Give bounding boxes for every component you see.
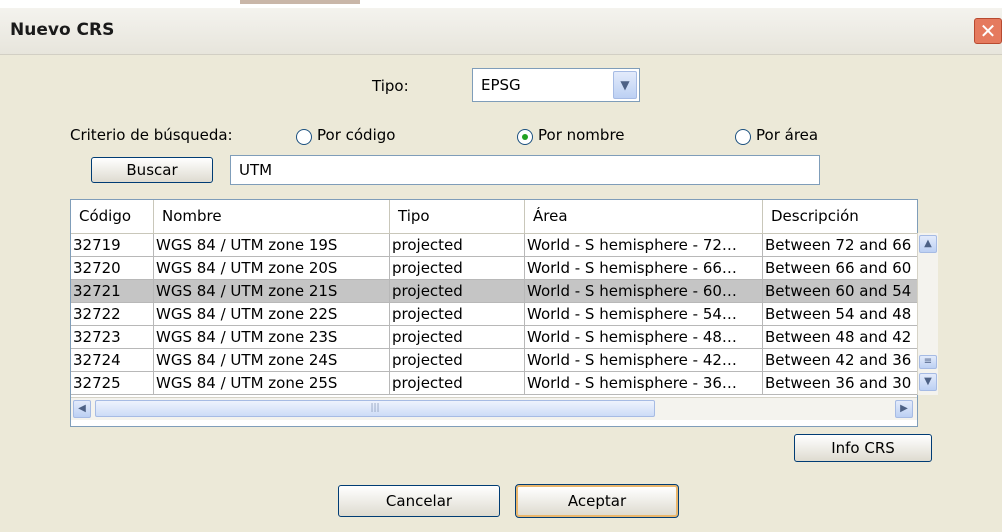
cell-area: World - S hemisphere - 54… <box>525 303 763 326</box>
column-header-tipo[interactable]: Tipo <box>390 200 525 233</box>
cell-descripcion: Between 66 and 60 <box>763 257 917 280</box>
search-button[interactable]: Buscar <box>91 157 213 183</box>
cell-descripcion: Between 72 and 66 <box>763 234 917 257</box>
chevron-left-icon[interactable]: ◀ <box>73 400 91 418</box>
top-strip <box>0 0 1002 8</box>
cell-area: World - S hemisphere - 36… <box>525 372 763 395</box>
title-bar <box>0 8 1002 55</box>
cell-area: World - S hemisphere - 66… <box>525 257 763 280</box>
cell-area: World - S hemisphere - 48… <box>525 326 763 349</box>
cell-descripcion: Between 60 and 54 <box>763 280 917 303</box>
scroll-thumb[interactable]: ≡ <box>919 355 937 369</box>
cell-codigo: 32725 <box>71 372 154 395</box>
cell-codigo: 32719 <box>71 234 154 257</box>
radio-por-nombre[interactable] <box>517 129 533 145</box>
tipo-select[interactable]: EPSG ▼ <box>472 68 640 102</box>
column-header-area[interactable]: Área <box>525 200 763 233</box>
tipo-label: Tipo: <box>372 77 409 95</box>
cell-tipo: projected <box>390 303 525 326</box>
cell-codigo: 32723 <box>71 326 154 349</box>
cell-nombre: WGS 84 / UTM zone 23S <box>154 326 390 349</box>
table-row[interactable]: 32724 WGS 84 / UTM zone 24S projected World… <box>71 349 917 372</box>
cell-codigo: 32720 <box>71 257 154 280</box>
cell-area: World - S hemisphere - 60… <box>525 280 763 303</box>
table-row[interactable]: 32725 WGS 84 / UTM zone 25S projected World… <box>71 372 917 395</box>
cell-tipo: projected <box>390 234 525 257</box>
horizontal-scroll-thumb[interactable]: ||| <box>95 400 655 417</box>
cell-area: World - S hemisphere - 42… <box>525 349 763 372</box>
radio-por-area[interactable] <box>735 129 751 145</box>
cell-tipo: projected <box>390 372 525 395</box>
table-row[interactable]: 32721 WGS 84 / UTM zone 21S projected World… <box>71 280 917 303</box>
radio-por-nombre-label: Por nombre <box>538 126 625 144</box>
table-row[interactable]: 32722 WGS 84 / UTM zone 22S projected World… <box>71 303 917 326</box>
chevron-down-icon[interactable]: ▼ <box>613 71 637 99</box>
chevron-right-icon[interactable]: ▶ <box>895 400 913 418</box>
tipo-value: EPSG <box>481 76 521 94</box>
horizontal-scrollbar[interactable]: ◀ ||| ▶ <box>71 397 917 420</box>
radio-por-area-label: Por área <box>756 126 819 144</box>
cell-nombre: WGS 84 / UTM zone 21S <box>154 280 390 303</box>
search-input[interactable]: UTM <box>230 155 820 185</box>
cancel-button[interactable]: Cancelar <box>338 485 500 517</box>
table-row[interactable]: 32720 WGS 84 / UTM zone 20S projected World… <box>71 257 917 280</box>
cell-nombre: WGS 84 / UTM zone 25S <box>154 372 390 395</box>
table-header: Código Nombre Tipo Área Descripción <box>71 200 917 234</box>
vertical-scrollbar[interactable]: ▲ ≡ ▼ <box>917 233 938 395</box>
cell-tipo: projected <box>390 326 525 349</box>
cell-descripcion: Between 36 and 30 <box>763 372 917 395</box>
cell-nombre: WGS 84 / UTM zone 19S <box>154 234 390 257</box>
table-row[interactable]: 32719 WGS 84 / UTM zone 19S projected World… <box>71 234 917 257</box>
close-icon: ✕ <box>979 19 997 43</box>
radio-por-codigo[interactable] <box>296 129 312 145</box>
cell-nombre: WGS 84 / UTM zone 24S <box>154 349 390 372</box>
column-header-codigo[interactable]: Código <box>71 200 154 233</box>
cell-tipo: projected <box>390 280 525 303</box>
cell-nombre: WGS 84 / UTM zone 22S <box>154 303 390 326</box>
column-header-nombre[interactable]: Nombre <box>154 200 390 233</box>
info-crs-button[interactable]: Info CRS <box>794 434 932 462</box>
table-row[interactable]: 32723 WGS 84 / UTM zone 23S projected World… <box>71 326 917 349</box>
cell-descripcion: Between 48 and 42 <box>763 326 917 349</box>
cell-codigo: 32722 <box>71 303 154 326</box>
cell-descripcion: Between 42 and 36 <box>763 349 917 372</box>
cell-tipo: projected <box>390 349 525 372</box>
cell-descripcion: Between 54 and 48 <box>763 303 917 326</box>
top-strip-mark <box>240 0 360 4</box>
cell-nombre: WGS 84 / UTM zone 20S <box>154 257 390 280</box>
chevron-up-icon[interactable]: ▲ <box>919 235 937 253</box>
cell-area: World - S hemisphere - 72… <box>525 234 763 257</box>
close-button[interactable]: ✕ <box>974 18 1002 44</box>
radio-por-codigo-label: Por código <box>317 126 396 144</box>
search-criteria-label: Criterio de búsqueda: <box>70 126 233 144</box>
column-header-descripcion[interactable]: Descripción <box>763 200 917 233</box>
crs-table: Código Nombre Tipo Área Descripción 3271… <box>70 199 918 427</box>
accept-button[interactable]: Aceptar <box>515 484 679 518</box>
chevron-down-icon[interactable]: ▼ <box>919 373 937 391</box>
window-title: Nuevo CRS <box>10 20 115 40</box>
search-input-value: UTM <box>239 161 273 179</box>
cell-codigo: 32724 <box>71 349 154 372</box>
cell-codigo: 32721 <box>71 280 154 303</box>
cell-tipo: projected <box>390 257 525 280</box>
